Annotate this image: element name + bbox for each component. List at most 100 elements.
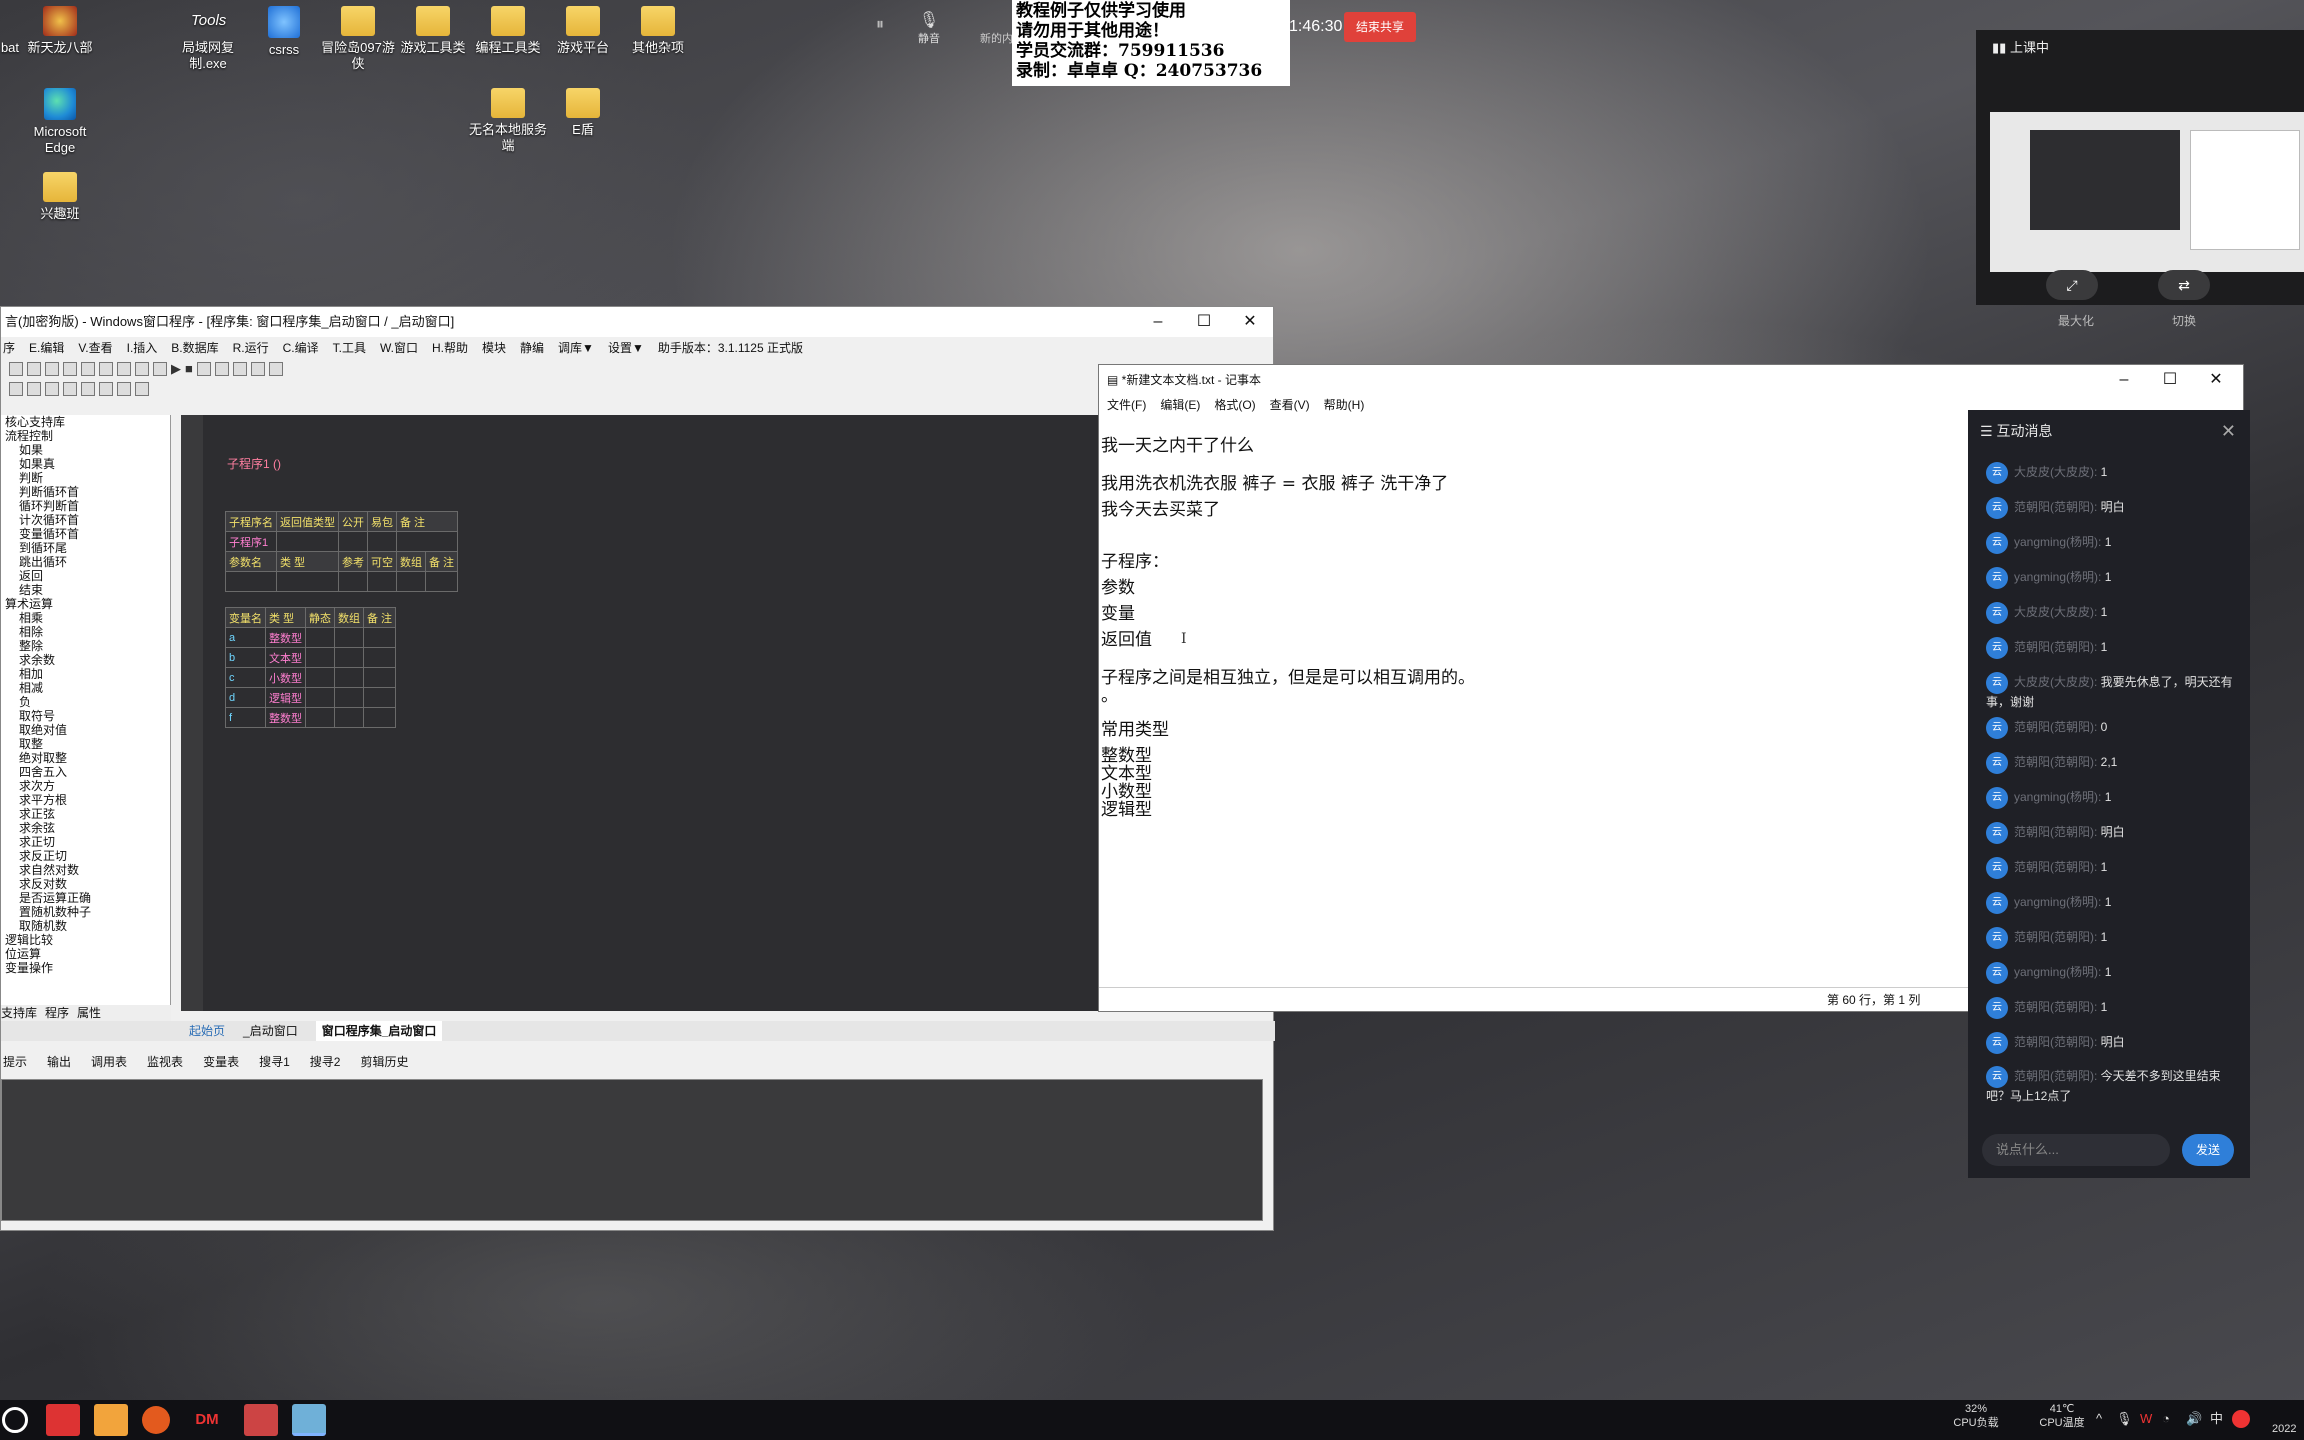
desktop-icon-lan-copy[interactable]: Tools 局域网复制.exe <box>168 6 248 72</box>
table-icon[interactable] <box>117 362 131 376</box>
close-icon[interactable]: ✕ <box>2221 410 2236 452</box>
desktop-icon-edge[interactable]: Microsoft Edge <box>20 88 100 156</box>
align-icon[interactable] <box>9 382 23 396</box>
notepad-menu-item[interactable]: 编辑(E) <box>1160 395 1200 415</box>
ide-menu-item[interactable]: E.编辑 <box>29 337 64 359</box>
end-share-button[interactable]: 结束共享 <box>1344 12 1416 42</box>
ide-menu-item[interactable]: T.工具 <box>333 337 366 359</box>
variable-type-cell[interactable]: 文本型 <box>265 647 306 668</box>
tree-item[interactable]: 四舍五入 <box>1 765 170 779</box>
menu-icon[interactable]: ☰ <box>1980 423 1996 439</box>
align-icon[interactable] <box>63 382 77 396</box>
tree-item[interactable]: 求反正切 <box>1 849 170 863</box>
run-icon[interactable]: ▶ <box>171 359 181 379</box>
close-button[interactable]: ✕ <box>1227 307 1273 337</box>
dm-icon[interactable]: DM <box>190 1404 224 1436</box>
ide-menu-item[interactable]: B.数据库 <box>171 337 218 359</box>
table-cell[interactable] <box>276 531 339 552</box>
table-cell[interactable] <box>276 571 339 592</box>
ide-menu-item[interactable]: 调库▼ <box>558 337 594 359</box>
app-icon[interactable] <box>244 1404 278 1436</box>
sub-program-name-cell[interactable]: 子程序1 <box>225 531 277 552</box>
ide-menu-item[interactable]: W.窗口 <box>380 337 418 359</box>
step-icon[interactable] <box>214 362 229 376</box>
ide-menu-item[interactable]: H.帮助 <box>432 337 468 359</box>
desktop-icon-game-tools[interactable]: 游戏工具类 <box>393 6 473 56</box>
tree-item[interactable]: 相加 <box>1 667 170 681</box>
variable-name-cell[interactable]: c <box>225 667 266 688</box>
variable-name-cell[interactable]: b <box>225 647 266 668</box>
minimize-button[interactable]: – <box>2101 365 2147 395</box>
desktop-icon-edun[interactable]: E盾 <box>543 88 623 138</box>
table-cell[interactable] <box>334 667 364 688</box>
table-cell[interactable] <box>305 667 335 688</box>
tree-item[interactable]: 变量操作 <box>1 961 170 975</box>
tree-item[interactable]: 流程控制 <box>1 429 170 443</box>
desktop-icon-tianlong[interactable]: 新天龙八部 <box>20 6 100 56</box>
table-cell[interactable] <box>367 531 397 552</box>
table-cell[interactable] <box>424 571 459 592</box>
ide-menu-item[interactable]: 静编 <box>520 337 544 359</box>
antivirus-icon[interactable]: W <box>2140 1412 2152 1426</box>
tree-item[interactable]: 到循环尾 <box>1 541 170 555</box>
notepad-menu-item[interactable]: 帮助(H) <box>1324 395 1365 415</box>
tree-item[interactable]: 置随机数种子 <box>1 905 170 919</box>
table-cell[interactable] <box>395 531 459 552</box>
notepad-taskbar-icon[interactable] <box>292 1404 326 1436</box>
tree-item[interactable]: 绝对取整 <box>1 751 170 765</box>
tree-item[interactable]: 求反对数 <box>1 877 170 891</box>
variable-type-cell[interactable]: 整数型 <box>265 627 306 648</box>
table-cell[interactable] <box>305 647 335 668</box>
step-icon[interactable] <box>196 362 211 376</box>
table-cell[interactable] <box>225 571 277 592</box>
tree-item[interactable]: 求正切 <box>1 835 170 849</box>
ide-menu-item[interactable]: 助手版本：3.1.1125 正式版 <box>658 337 803 359</box>
sogou-icon[interactable] <box>2232 1410 2250 1428</box>
table-row[interactable]: a 整数型 <box>225 627 397 648</box>
tab-start-page[interactable]: 起始页 <box>189 1021 225 1041</box>
output-tab[interactable]: 调用表 <box>91 1051 127 1073</box>
tree-item[interactable]: 取整 <box>1 737 170 751</box>
output-tab[interactable]: 搜寻2 <box>310 1051 341 1073</box>
tree-item[interactable]: 是否运算正确 <box>1 891 170 905</box>
tree-item[interactable]: 判断循环首 <box>1 485 170 499</box>
table-row[interactable]: d 逻辑型 <box>225 687 397 708</box>
switch-button[interactable]: ⇄ <box>2158 270 2210 300</box>
tree-item[interactable]: 取符号 <box>1 709 170 723</box>
tree-item[interactable]: 结束 <box>1 583 170 597</box>
tree-item[interactable]: 求正弦 <box>1 807 170 821</box>
desktop-icon-local-server[interactable]: 无名本地服务端 <box>468 88 548 154</box>
table-cell[interactable] <box>396 571 426 592</box>
variable-name-cell[interactable]: d <box>225 687 266 708</box>
tree-item[interactable]: 如果真 <box>1 457 170 471</box>
tree-item[interactable]: 负 <box>1 695 170 709</box>
desktop-icon-game-platform[interactable]: 游戏平台 <box>543 6 623 56</box>
table-cell[interactable] <box>334 627 364 648</box>
notepad-menu-item[interactable]: 查看(V) <box>1270 395 1310 415</box>
mute-control[interactable]: 🎙 静音 <box>918 10 940 46</box>
ide-menu-item[interactable]: 模块 <box>482 337 506 359</box>
variable-table[interactable]: 变量名 类 型 静态 数组 备 注 a 整数型 b 文本型 c 小数型 d 逻辑型 f 整数型 <box>225 607 397 728</box>
align-icon[interactable] <box>45 382 59 396</box>
table-cell[interactable] <box>334 687 364 708</box>
tab-properties[interactable]: 属性 <box>77 1005 101 1021</box>
desktop-icon-dev-tools[interactable]: 编程工具类 <box>468 6 548 56</box>
tree-item[interactable]: 相乘 <box>1 611 170 625</box>
table-cell[interactable] <box>338 531 368 552</box>
tree-item[interactable]: 取随机数 <box>1 919 170 933</box>
output-tab[interactable]: 提示 <box>3 1051 27 1073</box>
align-icon[interactable] <box>99 382 113 396</box>
cut-icon[interactable] <box>27 362 41 376</box>
tree-item[interactable]: 求次方 <box>1 779 170 793</box>
desktop-icon-maplestory[interactable]: 冒险岛097游侠 <box>318 6 398 72</box>
table-cell[interactable] <box>362 627 397 648</box>
ide-menu-item[interactable]: V.查看 <box>78 337 112 359</box>
variable-name-cell[interactable]: f <box>225 707 266 728</box>
table-cell[interactable] <box>362 667 397 688</box>
align-icon[interactable] <box>81 382 95 396</box>
tab-startup-window[interactable]: _启动窗口 <box>243 1021 298 1041</box>
find-icon[interactable] <box>268 362 283 376</box>
undo-icon[interactable] <box>99 362 113 376</box>
table-cell[interactable] <box>362 647 397 668</box>
maximize-button[interactable]: ⤢ <box>2046 270 2098 300</box>
